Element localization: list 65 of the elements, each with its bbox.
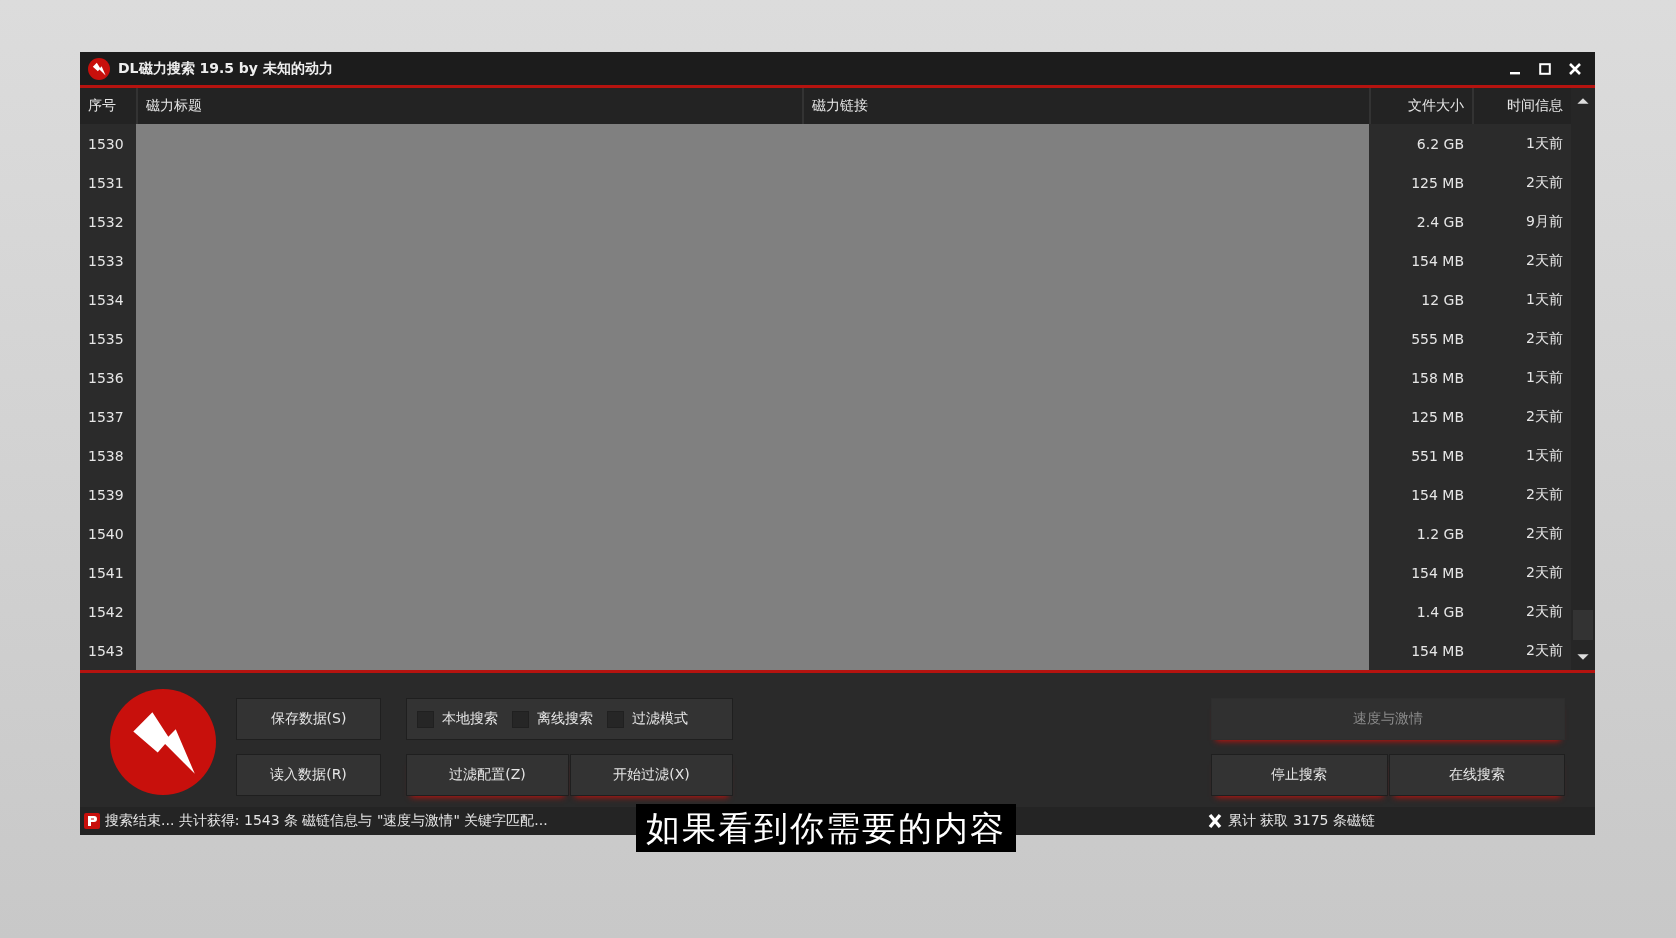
row-number: 1536 xyxy=(87,368,125,388)
search-button[interactable]: 在线搜索 xyxy=(1388,754,1565,796)
lightning-logo-icon xyxy=(110,689,216,795)
time-cell-text: 9月前 xyxy=(1525,211,1564,231)
file-size-cell-text: 2.4 GB xyxy=(1415,212,1465,232)
close-icon[interactable] xyxy=(1569,62,1581,75)
time-cell-text: 2天前 xyxy=(1525,640,1564,660)
data-button[interactable]: 保存数据(S) xyxy=(236,698,381,740)
file-size-cell-text: 555 MB xyxy=(1410,329,1465,349)
video-subtitle: 如果看到你需要的内容 xyxy=(636,804,1016,852)
maximize-icon[interactable] xyxy=(1539,62,1551,75)
file-size-cell-text: 158 MB xyxy=(1410,368,1465,388)
time-cell-text: 2天前 xyxy=(1525,562,1564,582)
time-cell-text: 2天前 xyxy=(1525,406,1564,426)
total-count: 累计 获取 3175 条磁链 xyxy=(1228,812,1375,830)
row-number: 1531 xyxy=(87,173,125,193)
time-cell-text: 2天前 xyxy=(1525,484,1564,504)
file-size-cell-text: 1.4 GB xyxy=(1415,602,1465,622)
row-number: 1540 xyxy=(87,524,125,544)
file-size-cell-text: 6.2 GB xyxy=(1415,134,1465,154)
checkbox-label[interactable]: 本地搜索 xyxy=(442,710,498,728)
search-button[interactable]: 停止搜索 xyxy=(1211,754,1388,796)
row-number: 1537 xyxy=(87,407,125,427)
file-size-cell-text: 154 MB xyxy=(1410,563,1465,583)
row-number: 1541 xyxy=(87,563,125,583)
row-number: 1542 xyxy=(87,602,125,622)
row-number: 1539 xyxy=(87,485,125,505)
column-header[interactable]: 序号 xyxy=(80,88,136,124)
file-size-cell-text: 1.2 GB xyxy=(1415,524,1465,544)
time-cell-text: 1天前 xyxy=(1525,445,1564,465)
time-cell-text: 2天前 xyxy=(1525,328,1564,348)
file-size-cell-text: 154 MB xyxy=(1410,485,1465,505)
time-cell-text: 2天前 xyxy=(1525,250,1564,270)
cross-icon xyxy=(1207,813,1223,829)
file-size-cell-text: 154 MB xyxy=(1410,641,1465,661)
time-cell-text: 2天前 xyxy=(1525,523,1564,543)
column-header[interactable]: 文件大小 xyxy=(1369,88,1472,124)
status-message: 搜索结束... 共计获得: 1543 条 磁链信息与 "速度与激情" 关键字匹配... xyxy=(105,812,548,830)
row-number: 1534 xyxy=(87,290,125,310)
file-size-cell-text: 154 MB xyxy=(1410,251,1465,271)
file-size-cell-text: 551 MB xyxy=(1410,446,1465,466)
file-size-cell-text: 125 MB xyxy=(1410,173,1465,193)
data-button[interactable]: 读入数据(R) xyxy=(236,754,381,796)
time-cell-text: 2天前 xyxy=(1525,172,1564,192)
scrollbar[interactable] xyxy=(1571,88,1595,670)
time-cell-text: 1天前 xyxy=(1525,133,1564,153)
row-number: 1543 xyxy=(87,641,125,661)
time-cell-text: 1天前 xyxy=(1525,289,1564,309)
time-cell-text: 2天前 xyxy=(1525,601,1564,621)
checkbox-label[interactable]: 离线搜索 xyxy=(537,710,593,728)
row-number: 1535 xyxy=(87,329,125,349)
row-number: 1533 xyxy=(87,251,125,271)
time-cell-text: 1天前 xyxy=(1525,367,1564,387)
file-size-cell-text: 125 MB xyxy=(1410,407,1465,427)
file-size-cell-text: 12 GB xyxy=(1420,290,1465,310)
status-icon xyxy=(84,813,100,829)
filter-button[interactable]: 过滤配置(Z) xyxy=(406,754,569,796)
keyword-field[interactable]: 速度与激情 xyxy=(1211,698,1565,740)
row-number: 1532 xyxy=(87,212,125,232)
filter-button[interactable]: 开始过滤(X) xyxy=(570,754,733,796)
row-number: 1538 xyxy=(87,446,125,466)
checkbox-label[interactable]: 过滤模式 xyxy=(632,710,688,728)
row-number: 1530 xyxy=(87,134,125,154)
window-title: DL磁力搜索 19.5 by 未知的动力 xyxy=(118,59,333,78)
app-logo-icon xyxy=(88,57,110,80)
